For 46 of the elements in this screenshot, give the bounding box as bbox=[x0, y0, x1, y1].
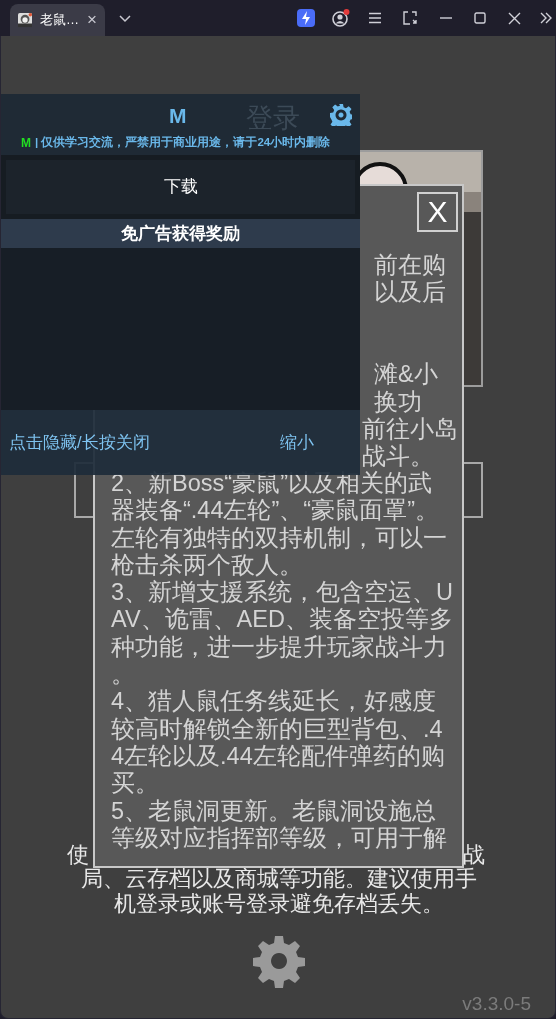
reward-banner[interactable]: 免广告获得奖励 bbox=[1, 219, 360, 248]
logo-text: M bbox=[169, 103, 187, 129]
notice-text: 局、云存档以及商城等功能。建议使用手 bbox=[81, 866, 477, 891]
dialog-text: 5、老鼠洞更新。老鼠洞设施总 bbox=[111, 797, 437, 824]
dialog-text: 4左轮以及.44左轮配件弹药的购 bbox=[111, 742, 445, 769]
dialog-text: 器装备“.44左轮”、“豪鼠面罩”。 bbox=[111, 497, 439, 524]
dialog-text: 3、新增支援系统，包含空运、U bbox=[111, 579, 454, 606]
dialog-text: 。 bbox=[111, 661, 135, 688]
notice-text: 机登录或账号登录避免存档丢失。 bbox=[114, 891, 444, 916]
dialog-text: 前往小岛 bbox=[362, 415, 458, 444]
dialog-text: 等级对应指挥部等级，可用于解 bbox=[111, 824, 447, 851]
screenshot-icon[interactable] bbox=[403, 11, 417, 25]
settings-icon[interactable] bbox=[330, 104, 352, 126]
dialog-text: 左轮有独特的双持机制，可以一 bbox=[111, 524, 447, 551]
download-button[interactable]: 下载 bbox=[1, 155, 360, 219]
maximize-icon[interactable] bbox=[474, 12, 486, 24]
tab-close-button[interactable]: × bbox=[87, 7, 97, 33]
settings-icon[interactable] bbox=[252, 934, 306, 988]
dialog-text: 2、新Boss“豪鼠”以及相关的武 bbox=[111, 470, 432, 496]
version-label: v3.3.0-5 bbox=[462, 992, 531, 1016]
lightning-icon[interactable] bbox=[297, 9, 315, 27]
menu-icon[interactable] bbox=[368, 12, 382, 24]
dialog-text: 4、猎人鼠任务线延长，好感度 bbox=[111, 688, 437, 715]
dialog-text: 战斗。 bbox=[362, 443, 434, 471]
notice-text: 战 bbox=[463, 842, 485, 867]
notice-text: | 仅供学习交流，严禁用于商业用途，请于24小时内删除 bbox=[35, 134, 331, 151]
shrink-link[interactable]: 缩小 bbox=[279, 430, 314, 455]
badge-label: M bbox=[21, 135, 31, 152]
close-icon[interactable] bbox=[508, 11, 521, 25]
dialog-text: 买。 bbox=[111, 770, 159, 797]
caret-icon[interactable] bbox=[119, 15, 131, 23]
chevrons-icon[interactable] bbox=[540, 12, 552, 24]
dialog-text: 换功 bbox=[374, 388, 422, 416]
dialog-text: 种功能，进一步提升玩家战斗力 bbox=[111, 633, 447, 660]
hide-link[interactable]: 点击隐藏/长按关闭 bbox=[9, 430, 150, 455]
browser-tab[interactable]: 老鼠… × bbox=[10, 4, 105, 36]
user-icon[interactable] bbox=[332, 9, 350, 27]
notice-text: 使 bbox=[67, 842, 89, 867]
dialog-text: 前在购 bbox=[374, 252, 446, 280]
tab-title: 老鼠… bbox=[40, 11, 80, 30]
dialog-text: AV、诡雷、AED、装备空投等多 bbox=[111, 606, 453, 633]
dialog-text: 枪击杀两个敌人。 bbox=[111, 551, 303, 578]
dialog-text: 较高时解锁全新的巨型背包、.4 bbox=[111, 715, 443, 742]
close-button[interactable]: X bbox=[417, 192, 458, 232]
dialog-text: 以及后 bbox=[374, 279, 446, 307]
dialog-text: 滩&小 bbox=[374, 361, 438, 389]
